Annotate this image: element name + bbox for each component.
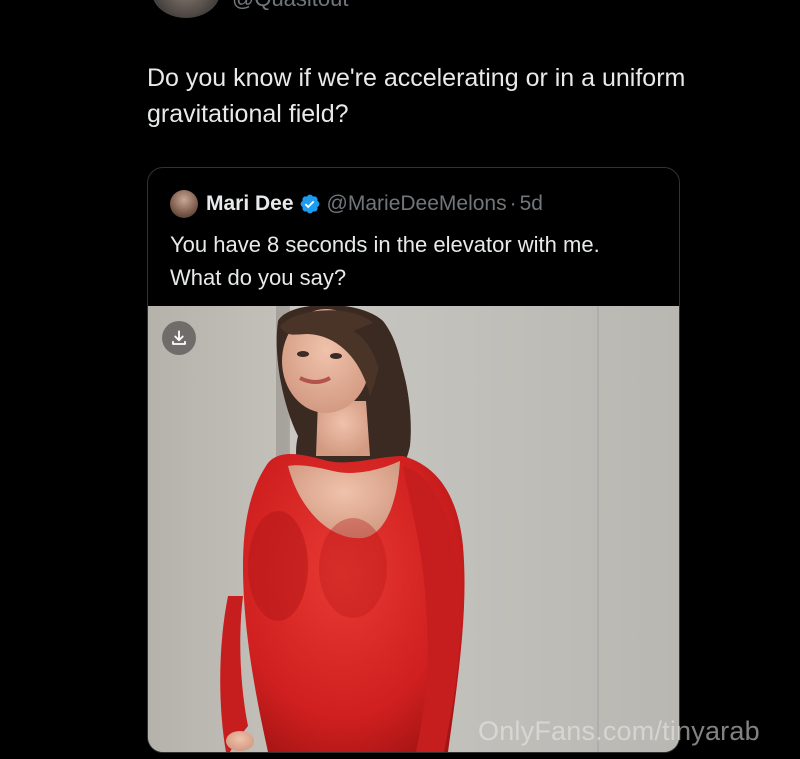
quoted-tweet-header: Mari Dee @MarieDeeMelons · 5d xyxy=(170,190,543,218)
download-arrow-icon xyxy=(172,330,186,345)
quoted-tweet-media[interactable] xyxy=(148,306,679,752)
quoted-tweet-card[interactable]: Mari Dee @MarieDeeMelons · 5d You have 8… xyxy=(147,167,680,753)
watermark: OnlyFans.com/tinyarab xyxy=(478,716,760,746)
author-avatar[interactable] xyxy=(152,0,220,18)
quoted-tweet-text: You have 8 seconds in the elevator with … xyxy=(170,232,600,290)
media-photo xyxy=(148,306,679,752)
verified-badge-icon xyxy=(300,194,319,214)
quoted-author-handle[interactable]: @MarieDeeMelons xyxy=(327,192,507,216)
separator-dot: · xyxy=(509,192,517,215)
tweet-text: Do you know if we're accelerating or in … xyxy=(147,64,686,128)
quoted-author-name[interactable]: Mari Dee xyxy=(206,192,294,216)
quoted-author-avatar[interactable] xyxy=(170,190,198,218)
quoted-tweet-time[interactable]: 5d xyxy=(520,192,543,216)
download-icon[interactable] xyxy=(162,321,196,355)
author-handle[interactable]: @Quasitout xyxy=(232,0,349,12)
